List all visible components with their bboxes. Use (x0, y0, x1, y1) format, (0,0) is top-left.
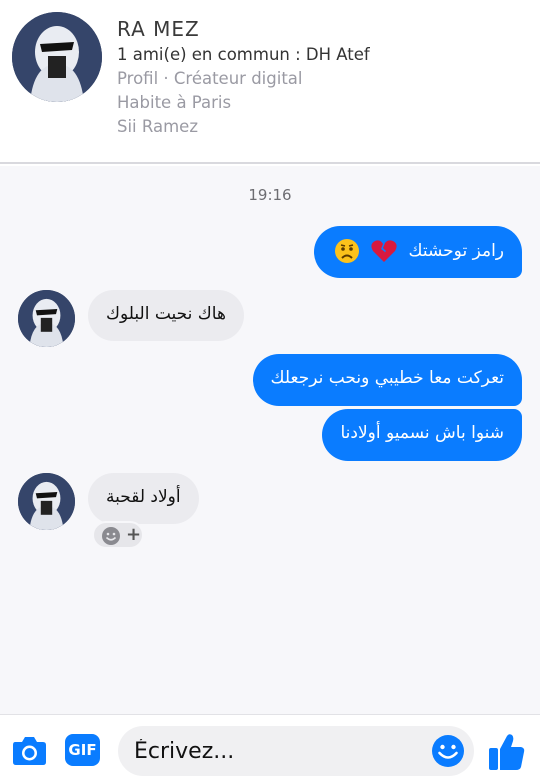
broken-heart-icon (371, 239, 397, 263)
avatar-image (12, 12, 102, 102)
contact-name[interactable]: RA MEZ (117, 17, 200, 41)
incoming-message[interactable]: أولاد لقحبة (88, 473, 199, 524)
message-thread[interactable]: 19:16 رامز توحشتك هاك نحيت البلوك تعركت … (0, 166, 540, 714)
chat-header: RA MEZ 1 ami(e) en commun : DH Atef Prof… (0, 0, 540, 164)
profile-type: Profil · Créateur digital (117, 69, 303, 88)
contact-avatar[interactable] (12, 12, 102, 102)
add-reaction-button[interactable]: + (92, 521, 144, 549)
outgoing-message[interactable]: شنوا باش نسميو أولادنا (322, 409, 522, 461)
avatar-image (18, 473, 75, 530)
composer-bar: GIF (0, 714, 540, 783)
contact-avatar-small[interactable] (18, 473, 75, 530)
location: Habite à Paris (117, 93, 232, 112)
message-input-container[interactable] (118, 726, 474, 776)
message-text: رامز توحشتك (408, 241, 504, 261)
smiley-reaction-icon (102, 527, 120, 545)
emoji-icon[interactable] (431, 734, 465, 768)
incoming-message[interactable]: هاك نحيت البلوك (88, 290, 244, 341)
contact-avatar-small[interactable] (18, 290, 75, 347)
camera-icon[interactable] (11, 734, 48, 767)
timestamp: 19:16 (248, 186, 292, 204)
message-input[interactable] (134, 726, 424, 776)
mutual-friends: 1 ami(e) en commun : DH Atef (117, 45, 370, 64)
plus-icon: + (126, 524, 142, 545)
outgoing-message[interactable]: تعركت معا خطيبي ونحب نرجعلك (252, 354, 522, 406)
gif-button[interactable]: GIF (65, 734, 100, 766)
sad-face-icon (334, 238, 360, 264)
school: Sii Ramez (117, 117, 198, 136)
avatar-image (18, 290, 75, 347)
outgoing-message[interactable]: رامز توحشتك (313, 226, 522, 278)
thumbs-up-icon[interactable] (488, 732, 526, 772)
